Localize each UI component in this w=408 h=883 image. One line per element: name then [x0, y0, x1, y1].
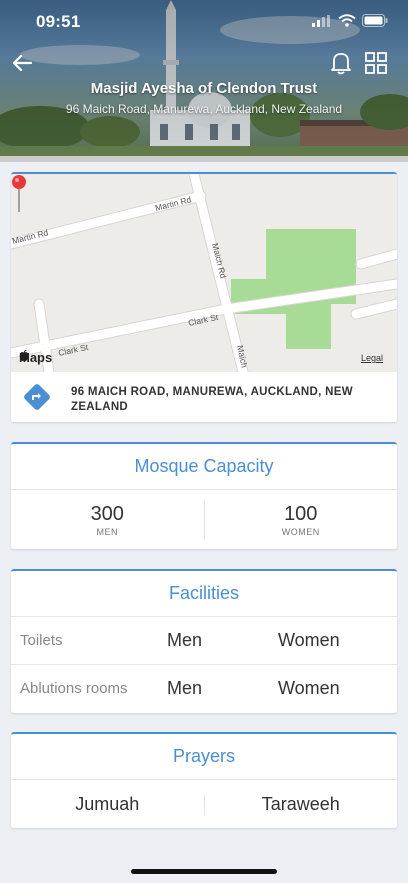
facility-men: Men: [167, 630, 203, 650]
facilities-title: Facilities: [11, 571, 397, 617]
wifi-icon: [338, 14, 356, 27]
facility-row-toilets: Toilets Men Women: [11, 617, 397, 665]
legal-link[interactable]: Legal: [361, 353, 383, 363]
men-label: MEN: [96, 526, 118, 537]
directions-icon[interactable]: [23, 383, 51, 411]
prayers-row: Jumuah Taraweeh: [11, 780, 397, 828]
header-banner: 09:51 Masjid Ayesha of Clendon Trust 96 …: [0, 0, 408, 162]
women-label: WOMEN: [281, 526, 320, 537]
capacity-card: Mosque Capacity 300 MEN 100 WOMEN: [11, 442, 397, 549]
facility-row-ablutions: Ablutions rooms Men Women: [11, 665, 397, 713]
address-row[interactable]: 96 MAICH ROAD, MANUREWA, AUCKLAND, NEW Z…: [11, 372, 397, 422]
notifications-button[interactable]: [326, 48, 356, 78]
signal-icon: [312, 14, 330, 27]
capacity-row: 300 MEN 100 WOMEN: [11, 490, 397, 549]
status-icons: [312, 14, 388, 27]
facility-label: Toilets: [20, 632, 63, 649]
back-button[interactable]: [7, 48, 37, 78]
maps-logo: Maps: [19, 350, 52, 365]
facility-label: Ablutions rooms: [20, 680, 128, 697]
prayers-title: Prayers: [11, 734, 397, 780]
grid-menu-button[interactable]: [361, 48, 391, 78]
women-count: 100: [284, 502, 318, 525]
apple-icon: [19, 350, 29, 361]
map-view[interactable]: Martin Rd Martin Rd Maich Rd Clark St Cl…: [11, 174, 397, 372]
street-label: Martin Rd: [154, 194, 192, 213]
men-capacity: 300 MEN: [11, 490, 204, 549]
men-count: 300: [90, 502, 124, 525]
mosque-name: Masjid Ayesha of Clendon Trust: [90, 80, 318, 97]
location-pin-icon[interactable]: [11, 174, 27, 214]
facility-women: Women: [278, 630, 340, 650]
arrow-left-icon: [12, 54, 32, 72]
prayer-jumuah: Jumuah: [75, 793, 140, 814]
grid-icon: [365, 52, 387, 74]
mosque-address: 96 Maich Road, Manurewa, Auckland, New Z…: [65, 102, 343, 116]
location-card: Martin Rd Martin Rd Maich Rd Clark St Cl…: [11, 172, 397, 422]
women-capacity: 100 WOMEN: [203, 500, 398, 539]
facility-men: Men: [167, 678, 203, 698]
battery-icon: [362, 14, 388, 27]
facility-women: Women: [278, 678, 340, 698]
map-streets: Martin Rd Martin Rd Maich Rd Clark St Cl…: [11, 174, 397, 372]
address-text: 96 MAICH ROAD, MANUREWA, AUCKLAND, NEW Z…: [71, 386, 353, 413]
capacity-title: Mosque Capacity: [11, 444, 397, 490]
home-indicator[interactable]: [131, 869, 277, 874]
status-time: 09:51: [36, 12, 81, 31]
prayer-taraweeh: Taraweeh: [203, 793, 398, 815]
prayers-card: Prayers Jumuah Taraweeh: [11, 732, 397, 828]
bell-icon: [331, 53, 351, 75]
facilities-card: Facilities Toilets Men Women Ablutions r…: [11, 569, 397, 713]
